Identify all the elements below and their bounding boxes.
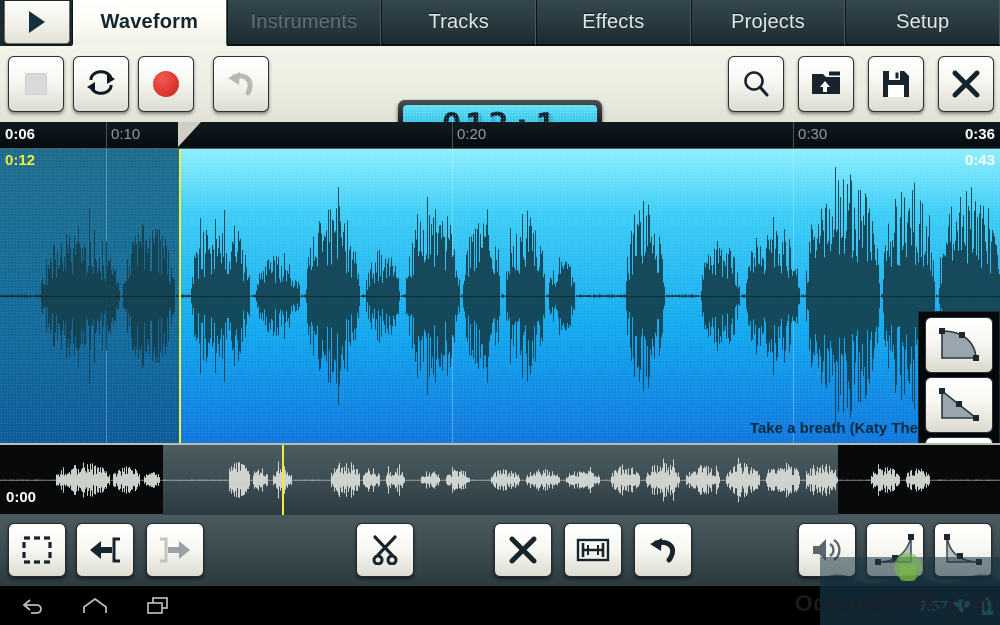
overview-strip[interactable]: 0:00: [0, 443, 1000, 515]
ruler-label: 0:10: [111, 126, 141, 143]
waveform-playhead[interactable]: [179, 149, 181, 443]
bottom-toolbar: [0, 515, 1000, 585]
app-root: Waveform Instruments Tracks Effects Proj…: [0, 0, 1000, 625]
tab-label: Projects: [731, 10, 805, 33]
recents-icon: [147, 597, 168, 614]
undo-arrow-icon: [650, 538, 675, 563]
undo-arrow-icon: [228, 72, 253, 96]
fade-convex-button[interactable]: [925, 317, 993, 373]
close-button[interactable]: [938, 56, 994, 112]
undo-button[interactable]: [634, 523, 692, 577]
select-all-button[interactable]: [8, 523, 66, 577]
open-button[interactable]: [798, 56, 854, 112]
record-button[interactable]: [138, 56, 194, 112]
arrow-left-bracket-icon: [90, 537, 120, 563]
fade-out-curve-icon: [944, 534, 982, 565]
floppy-disk-icon: [883, 71, 909, 97]
zoom-button[interactable]: [728, 56, 784, 112]
tab-instruments[interactable]: Instruments: [226, 0, 382, 46]
nav-recents-button[interactable]: [138, 595, 178, 617]
status-clock: 7:57: [918, 598, 948, 615]
wifi-icon: [953, 599, 971, 613]
save-button[interactable]: [868, 56, 924, 112]
bracket-arrow-right-icon: [160, 537, 190, 563]
set-selection-start-button[interactable]: [76, 523, 134, 577]
overview-time-label: 0:00: [6, 489, 37, 506]
tab-bar: Waveform Instruments Tracks Effects Proj…: [0, 0, 1000, 46]
folder-upload-icon: [812, 71, 840, 94]
tab-label: Effects: [582, 10, 645, 33]
set-selection-end-button[interactable]: [146, 523, 204, 577]
undo-button[interactable]: [213, 56, 269, 112]
close-x-icon: [509, 536, 537, 564]
waveform-track-title: Take a breath (Katy The: [749, 420, 918, 437]
nav-back-button[interactable]: [14, 595, 54, 617]
delete-button[interactable]: [494, 523, 552, 577]
tab-projects[interactable]: Projects: [690, 0, 846, 46]
tab-label: Setup: [896, 10, 950, 33]
cut-button[interactable]: [356, 523, 414, 577]
ruler-tick: [452, 122, 453, 149]
android-navigation-bar: 7:57: [0, 585, 1000, 625]
selection-end-label: 0:43: [964, 152, 995, 169]
dashed-selection-icon: [22, 536, 52, 564]
battery-icon: [982, 598, 993, 615]
ruler-label: 0:30: [798, 126, 828, 143]
overview-plot: [0, 457, 1000, 503]
ruler-tick: [106, 122, 107, 149]
tab-label: Waveform: [100, 10, 199, 33]
trim-button[interactable]: [564, 523, 622, 577]
fade-in-curve-icon: [875, 534, 914, 565]
tab-label: Instruments: [250, 10, 358, 33]
speaker-volume-icon: [813, 539, 841, 561]
scissors-icon: [372, 535, 398, 565]
trim-waveform-icon: [576, 538, 610, 562]
tab-tracks[interactable]: Tracks: [381, 0, 537, 46]
tab-setup[interactable]: Setup: [845, 0, 1000, 46]
fade-out-button[interactable]: [934, 523, 992, 577]
ruler-label: 0:36: [964, 126, 995, 143]
waveform-canvas[interactable]: Take a breath (Katy The: [0, 149, 1000, 443]
selection-start-label: 0:12: [5, 152, 36, 169]
overview-playhead[interactable]: [282, 445, 284, 515]
nav-home-button[interactable]: [75, 595, 115, 617]
home-icon: [83, 597, 107, 613]
stop-square-icon: [25, 73, 47, 95]
volume-button[interactable]: [798, 523, 856, 577]
waveform-zero-line: [0, 296, 1000, 297]
timeline-ruler[interactable]: 0:06 0:10 0:20 0:30 0:36: [0, 122, 1000, 149]
fade-in-button[interactable]: [866, 523, 924, 577]
tab-effects[interactable]: Effects: [536, 0, 691, 46]
loop-button[interactable]: [73, 56, 129, 112]
tab-waveform[interactable]: Waveform: [72, 0, 227, 46]
play-icon: [29, 11, 45, 33]
fade-linear-curve-icon: [939, 388, 979, 421]
ruler-label: 0:06: [5, 126, 36, 143]
loop-arrows-icon: [87, 70, 115, 95]
main-toolbar: 888:8 012:1: [0, 46, 1000, 152]
back-arrow-icon: [22, 599, 42, 614]
ruler-tick: [793, 122, 794, 149]
record-dot-icon: [153, 71, 179, 97]
play-button[interactable]: [4, 1, 70, 44]
magnifier-icon: [744, 71, 769, 97]
ruler-label: 0:20: [457, 126, 487, 143]
playhead-cursor-flag[interactable]: [178, 122, 201, 147]
close-x-icon: [952, 70, 980, 98]
fade-linear-button[interactable]: [925, 377, 993, 433]
fade-convex-curve-icon: [939, 328, 979, 361]
stop-button[interactable]: [8, 56, 64, 112]
tab-label: Tracks: [428, 10, 489, 33]
